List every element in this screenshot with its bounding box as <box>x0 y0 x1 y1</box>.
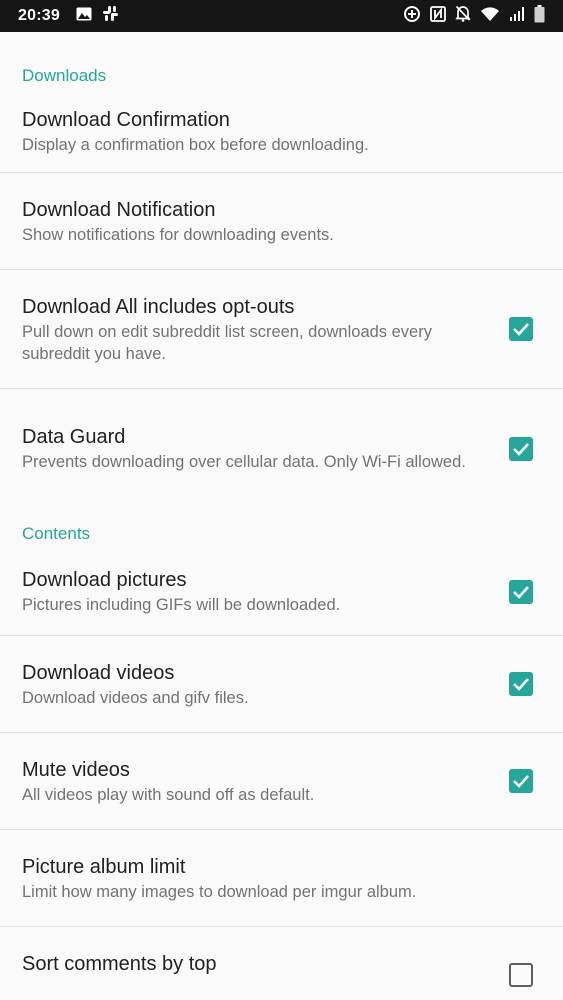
battery-icon <box>534 4 545 28</box>
setting-download-confirmation[interactable]: Download Confirmation Display a confirma… <box>0 86 563 173</box>
setting-summary: Pictures including GIFs will be download… <box>22 596 341 614</box>
slack-icon <box>102 5 119 27</box>
setting-download-videos[interactable]: Download videos Download videos and gifv… <box>0 636 563 733</box>
setting-download-notification[interactable]: Download Notification Show notifications… <box>0 173 563 270</box>
setting-sort-comments-top[interactable]: Sort comments by top <box>0 927 563 1000</box>
checkmark-icon <box>513 442 529 456</box>
status-time: 20:39 <box>18 7 60 24</box>
setting-title: Picture album limit <box>22 855 186 878</box>
signal-icon <box>509 6 525 27</box>
setting-title: Download Notification <box>22 198 216 221</box>
setting-download-all-opt-outs[interactable]: Download All includes opt-outs Pull down… <box>0 270 563 389</box>
sort-comments-checkbox[interactable] <box>509 963 533 987</box>
data-saver-icon <box>403 5 421 28</box>
setting-title: Mute videos <box>22 758 130 781</box>
setting-summary: All videos play with sound off as defaul… <box>22 785 315 804</box>
setting-summary: Prevents downloading over cellular data.… <box>22 453 466 471</box>
settings-list: Downloads Download Confirmation Display … <box>0 32 563 1000</box>
setting-summary: Download videos and gifv files. <box>22 688 249 707</box>
wifi-icon <box>480 6 500 27</box>
setting-download-pictures[interactable]: Download pictures Pictures including GIF… <box>0 544 563 636</box>
setting-title: Download pictures <box>22 569 187 591</box>
setting-summary: Display a confirmation box before downlo… <box>22 135 369 154</box>
download-pictures-checkbox[interactable] <box>509 579 533 604</box>
download-all-checkbox[interactable] <box>509 317 533 341</box>
checkmark-icon <box>513 775 529 788</box>
data-guard-checkbox[interactable] <box>509 436 533 461</box>
nfc-icon <box>430 5 446 27</box>
setting-data-guard[interactable]: Data Guard Prevents downloading over cel… <box>0 389 563 508</box>
setting-title: Data Guard <box>22 426 126 448</box>
section-header-contents: Contents <box>22 524 91 543</box>
setting-summary: Pull down on edit subreddit list screen,… <box>22 322 432 363</box>
setting-summary: Limit how many images to download per im… <box>22 882 417 901</box>
section-header-downloads: Downloads <box>22 66 107 85</box>
setting-picture-album-limit[interactable]: Picture album limit Limit how many image… <box>0 830 563 927</box>
bell-off-icon <box>455 5 471 27</box>
image-icon <box>76 7 92 26</box>
setting-title: Download All includes opt-outs <box>22 295 295 318</box>
download-videos-checkbox[interactable] <box>509 672 533 696</box>
checkmark-icon <box>513 678 529 691</box>
checkmark-icon <box>513 323 529 336</box>
mute-videos-checkbox[interactable] <box>509 769 533 793</box>
setting-title: Sort comments by top <box>22 953 217 975</box>
status-bar: 20:39 <box>0 0 563 32</box>
setting-mute-videos[interactable]: Mute videos All videos play with sound o… <box>0 733 563 830</box>
setting-title: Download videos <box>22 661 175 684</box>
checkmark-icon <box>513 585 529 599</box>
setting-title: Download Confirmation <box>22 108 230 131</box>
setting-summary: Show notifications for downloading event… <box>22 225 334 244</box>
